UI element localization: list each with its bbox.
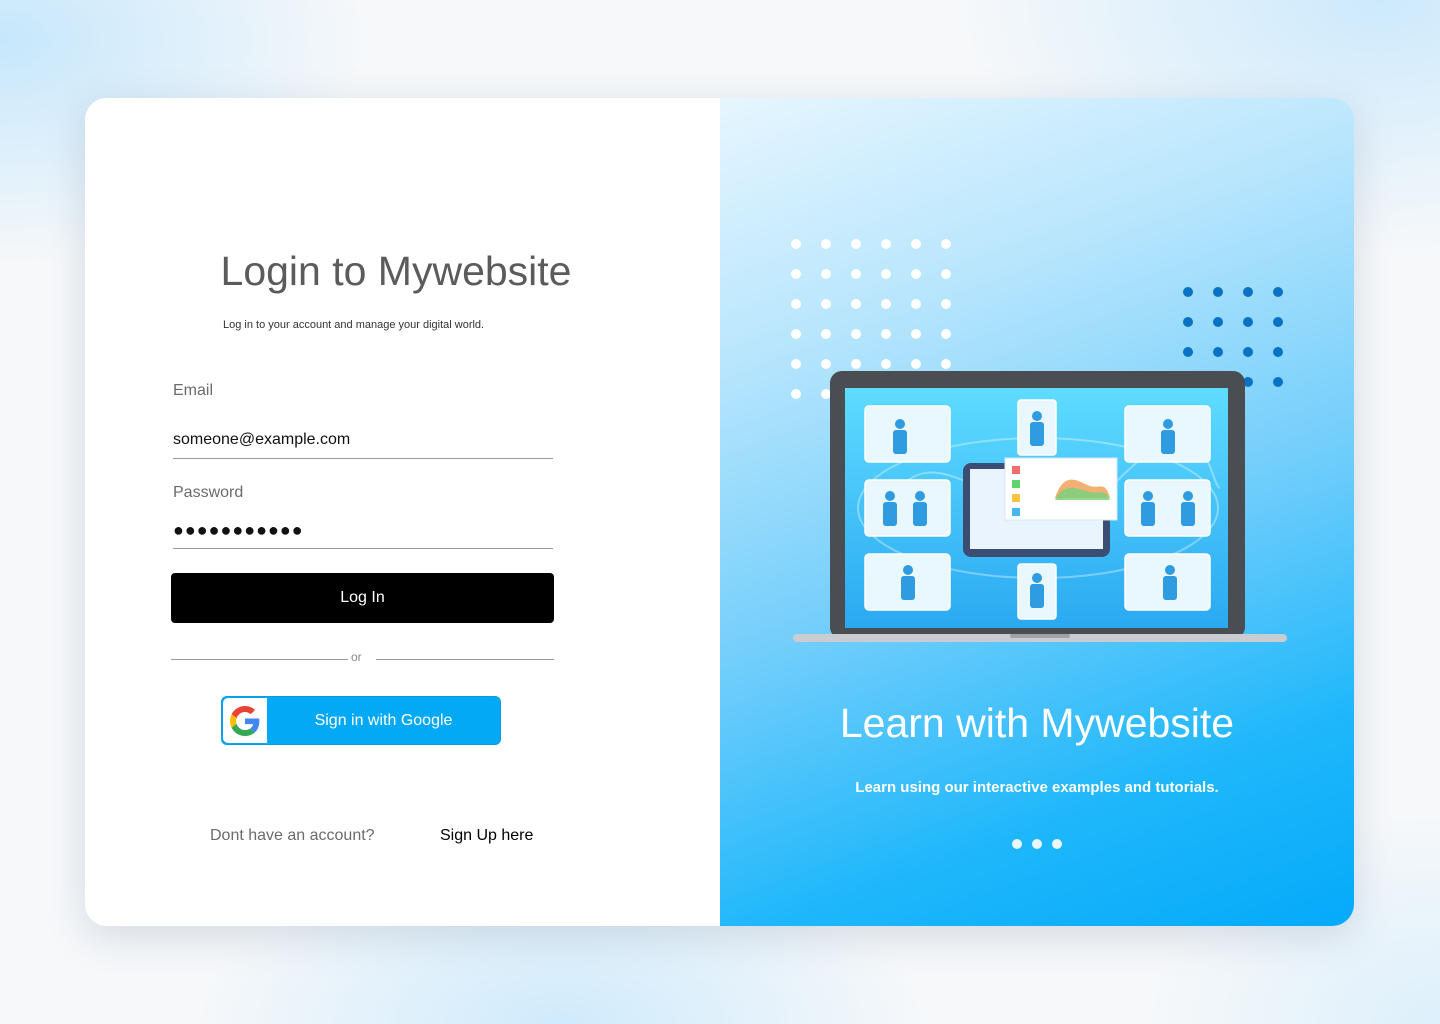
- promo-subtitle: Learn using our interactive examples and…: [855, 779, 1219, 796]
- carousel-dot-3[interactable]: [1052, 839, 1062, 849]
- page-title: Login to Mywebsite: [220, 248, 572, 294]
- page-subtitle: Log in to your account and manage your d…: [223, 319, 485, 331]
- carousel-indicator: [1012, 839, 1062, 849]
- google-icon: [223, 698, 267, 743]
- signup-link[interactable]: Sign Up here: [440, 827, 533, 845]
- laptop-illustration: [793, 371, 1287, 642]
- google-signin-label: Sign in with Google: [314, 712, 453, 729]
- divider-left: [171, 659, 348, 660]
- google-signin-button[interactable]: Sign in with Google: [221, 696, 501, 745]
- email-field[interactable]: [173, 428, 553, 459]
- carousel-dot-2[interactable]: [1032, 839, 1042, 849]
- password-label: Password: [173, 484, 244, 501]
- carousel-dot-1[interactable]: [1012, 839, 1022, 849]
- login-button[interactable]: Log In: [171, 573, 554, 623]
- promo-panel: Learn with Mywebsite Learn using our int…: [720, 98, 1354, 926]
- password-field[interactable]: [173, 518, 553, 549]
- no-account-text: Dont have an account?: [210, 827, 375, 844]
- divider-right: [376, 659, 554, 660]
- login-panel: Login to Mywebsite Log in to your accoun…: [85, 98, 720, 926]
- email-label: Email: [173, 382, 214, 399]
- or-separator: or: [351, 650, 362, 664]
- login-card: Login to Mywebsite Log in to your accoun…: [85, 98, 1354, 926]
- promo-title: Learn with Mywebsite: [839, 700, 1235, 746]
